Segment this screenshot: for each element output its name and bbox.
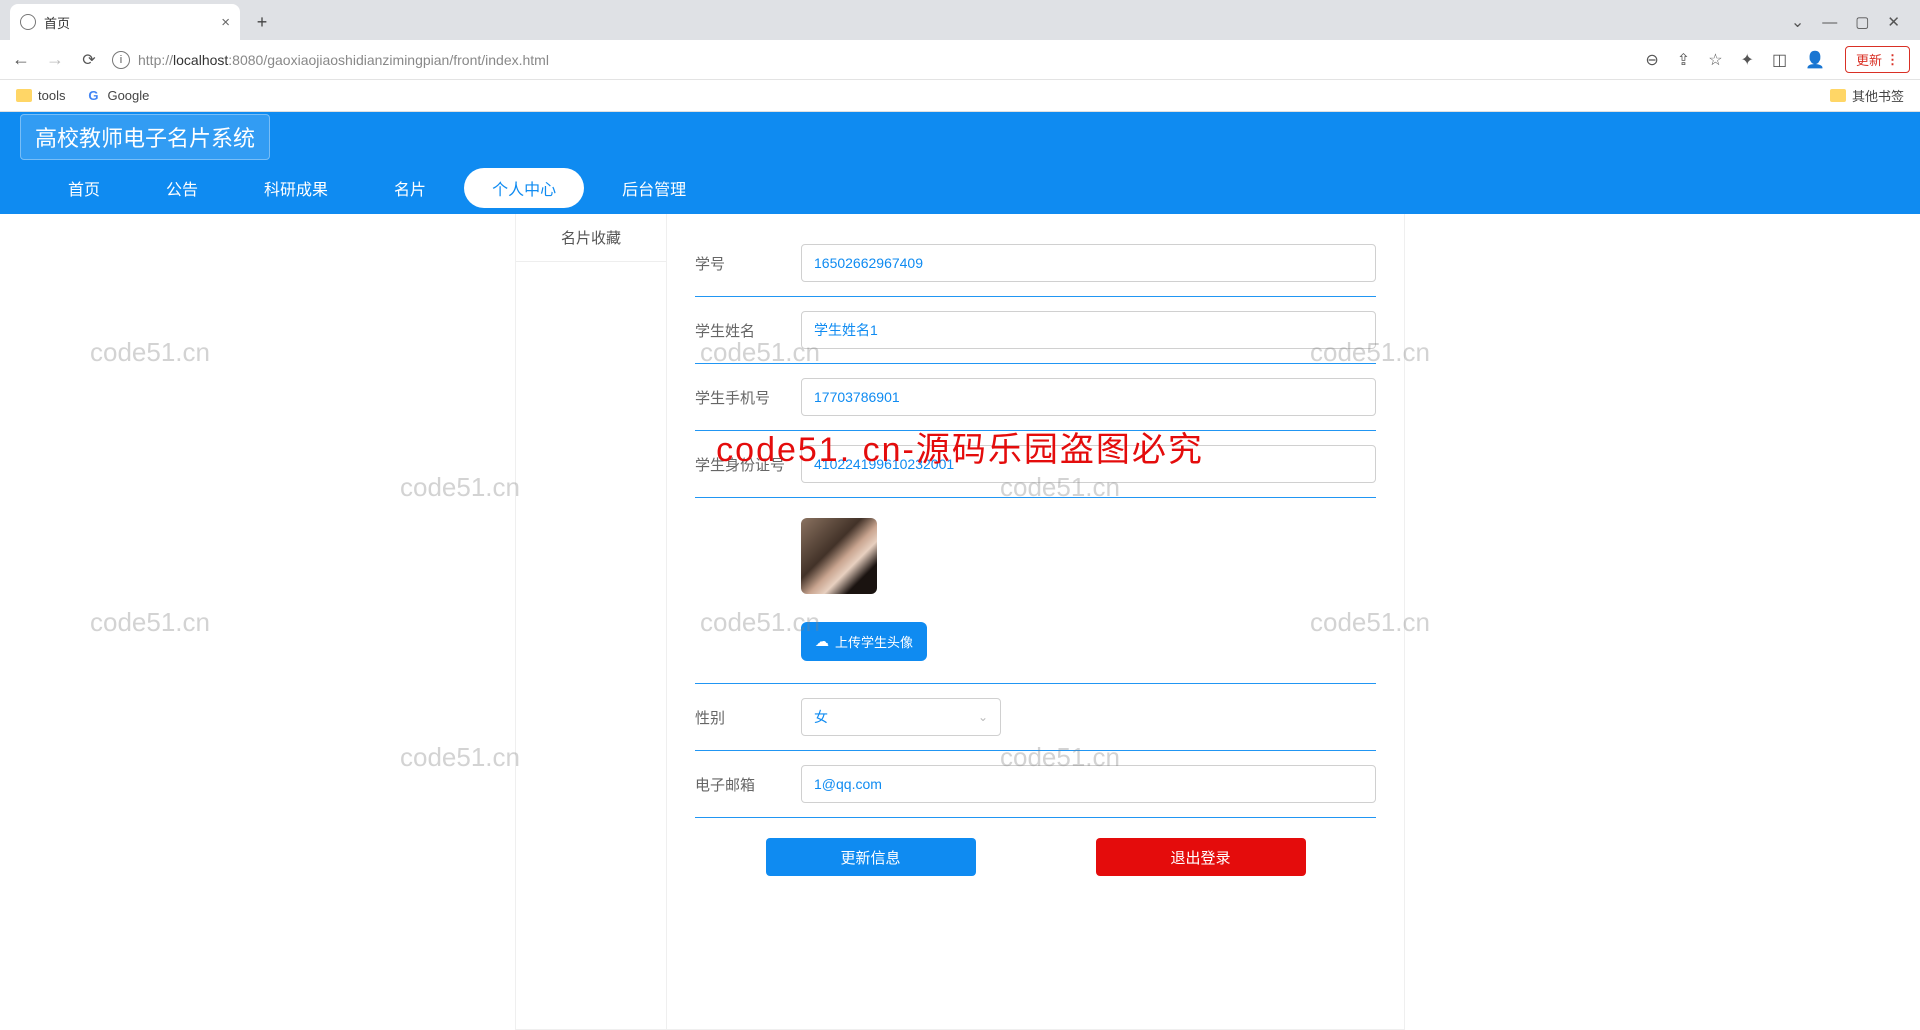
row-student-name: 学生姓名 [695, 297, 1376, 364]
input-email[interactable] [801, 765, 1376, 803]
browser-update-button[interactable]: 更新⋮ [1845, 46, 1910, 73]
addr-icons: ⊖ ⇪ ☆ ✦ ◫ 👤 [1645, 50, 1825, 70]
nav-item-2[interactable]: 科研成果 [236, 168, 356, 208]
label-gender: 性别 [695, 707, 801, 728]
nav-item-4[interactable]: 个人中心 [464, 168, 584, 208]
select-gender-value: 女 [814, 707, 828, 727]
update-info-button[interactable]: 更新信息 [766, 838, 976, 876]
url-box[interactable]: i http://localhost:8080/gaoxiaojiaoshidi… [112, 51, 1633, 69]
bookmark-other[interactable]: 其他书签 [1830, 86, 1904, 105]
content-inner: 名片收藏 学号 学生姓名 学生手机号 学生身份证号 [515, 214, 1405, 1030]
url-text: http://localhost:8080/gaoxiaojiaoshidian… [138, 52, 549, 68]
back-button[interactable]: ← [10, 49, 32, 70]
tab-strip: 首页 × + ⌄ — ▢ ✕ [0, 0, 1920, 40]
upload-avatar-button[interactable]: ☁ 上传学生头像 [801, 622, 927, 661]
minimize-icon[interactable]: — [1822, 14, 1837, 31]
close-window-icon[interactable]: ✕ [1887, 13, 1900, 31]
chevron-down-icon[interactable]: ⌄ [1791, 12, 1804, 32]
row-upload: ☁ 上传学生头像 [695, 608, 1376, 684]
bookmark-tools[interactable]: tools [16, 88, 65, 103]
input-student-name[interactable] [801, 311, 1376, 349]
address-bar: ← → ⟳ i http://localhost:8080/gaoxiaojia… [0, 40, 1920, 80]
row-avatar [695, 498, 1376, 608]
nav-item-1[interactable]: 公告 [138, 168, 226, 208]
label-student-phone: 学生手机号 [695, 387, 801, 408]
chevron-down-icon: ⌄ [978, 710, 988, 724]
sidebar: 名片收藏 [516, 214, 666, 1029]
browser-chrome: 首页 × + ⌄ — ▢ ✕ ← → ⟳ i http://localhost:… [0, 0, 1920, 112]
select-gender[interactable]: 女 ⌄ [801, 698, 1001, 736]
maximize-icon[interactable]: ▢ [1855, 13, 1869, 31]
input-student-idcard[interactable] [801, 445, 1376, 483]
avatar-image [801, 518, 877, 594]
action-row: 更新信息 退出登录 [695, 818, 1376, 876]
nav-item-3[interactable]: 名片 [366, 168, 454, 208]
app-title: 高校教师电子名片系统 [20, 114, 270, 160]
row-email: 电子邮箱 [695, 751, 1376, 818]
side-panel-icon[interactable]: ◫ [1772, 50, 1787, 70]
forward-button[interactable]: → [44, 49, 66, 70]
profile-icon[interactable]: 👤 [1805, 50, 1825, 70]
nav-bar: 首页公告科研成果名片个人中心后台管理 [0, 162, 1920, 214]
input-student-phone[interactable] [801, 378, 1376, 416]
logout-button[interactable]: 退出登录 [1096, 838, 1306, 876]
new-tab-button[interactable]: + [248, 8, 276, 36]
extensions-icon[interactable]: ✦ [1741, 50, 1754, 70]
site-info-icon[interactable]: i [112, 51, 130, 69]
label-student-id: 学号 [695, 253, 801, 274]
nav-item-0[interactable]: 首页 [40, 168, 128, 208]
cloud-upload-icon: ☁ [815, 633, 829, 650]
google-icon: G [85, 88, 101, 104]
input-student-id[interactable] [801, 244, 1376, 282]
bookmarks-bar: tools G Google 其他书签 [0, 80, 1920, 112]
tab-title: 首页 [44, 13, 70, 32]
share-icon[interactable]: ⇪ [1677, 50, 1690, 70]
row-student-id: 学号 [695, 230, 1376, 297]
content-area: 名片收藏 学号 学生姓名 学生手机号 学生身份证号 [0, 214, 1920, 1030]
top-banner: 高校教师电子名片系统 [0, 112, 1920, 162]
sidebar-item-card-collection[interactable]: 名片收藏 [516, 214, 666, 262]
label-student-name: 学生姓名 [695, 320, 801, 341]
page-body: 高校教师电子名片系统 首页公告科研成果名片个人中心后台管理 名片收藏 学号 学生… [0, 112, 1920, 1030]
main-panel: 学号 学生姓名 学生手机号 学生身份证号 [666, 214, 1404, 1029]
bookmark-google[interactable]: G Google [85, 88, 149, 104]
browser-tab[interactable]: 首页 × [10, 4, 240, 40]
label-student-idcard: 学生身份证号 [695, 454, 801, 475]
row-gender: 性别 女 ⌄ [695, 684, 1376, 751]
globe-icon [20, 14, 36, 30]
folder-icon [1830, 89, 1846, 102]
menu-dots-icon: ⋮ [1886, 52, 1899, 68]
row-student-phone: 学生手机号 [695, 364, 1376, 431]
row-student-idcard: 学生身份证号 [695, 431, 1376, 498]
zoom-icon[interactable]: ⊖ [1645, 50, 1658, 70]
label-email: 电子邮箱 [695, 774, 801, 795]
window-controls: ⌄ — ▢ ✕ [1771, 4, 1920, 40]
close-tab-icon[interactable]: × [221, 14, 230, 31]
bookmark-star-icon[interactable]: ☆ [1708, 50, 1722, 70]
folder-icon [16, 89, 32, 102]
nav-item-5[interactable]: 后台管理 [594, 168, 714, 208]
reload-button[interactable]: ⟳ [78, 50, 100, 70]
